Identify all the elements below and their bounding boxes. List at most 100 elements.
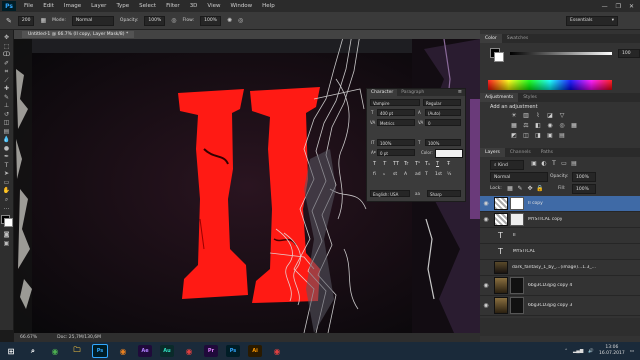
history-brush-tool-icon[interactable]: ↺ [2, 111, 12, 118]
underline-button[interactable]: T [436, 161, 439, 167]
menu-filter[interactable]: Filter [161, 3, 185, 9]
document-tab[interactable]: Untitled-1 @ 66.7% (II copy, Layer Mask/… [22, 31, 135, 38]
opacity-field[interactable]: 100% [144, 15, 166, 26]
lasso-tool-icon[interactable]: ↀ [2, 51, 12, 58]
curves-icon[interactable]: ⌇ [534, 112, 542, 119]
visibility-eye-icon[interactable]: ◉ [480, 200, 492, 207]
antialias-select[interactable]: Sharp [427, 190, 461, 197]
pen-tool-icon[interactable]: ✒ [2, 153, 12, 160]
layer-filter-select[interactable]: ⌕ Kind [490, 160, 524, 170]
visibility-eye-icon[interactable]: ◉ [480, 302, 492, 309]
app-icon[interactable]: ◉ [270, 345, 284, 357]
ligatures-button[interactable]: fi [373, 172, 376, 177]
premiere-icon[interactable]: Pr [204, 345, 218, 357]
eraser-tool-icon[interactable]: ◫ [2, 119, 12, 126]
selective-color-icon[interactable]: ▣ [546, 132, 554, 139]
search-icon[interactable]: ⌕ [26, 345, 40, 357]
brush-tool-icon[interactable]: ✎ [6, 17, 12, 25]
layer-mask-thumbnail[interactable] [510, 277, 524, 294]
tab-swatches[interactable]: Swatches [502, 34, 534, 43]
after-effects-icon[interactable]: Ae [138, 345, 152, 357]
chevron-up-icon[interactable]: ⌃ [564, 349, 568, 354]
volume-icon[interactable]: 🔊 [588, 349, 594, 354]
dodge-tool-icon[interactable]: ● [2, 145, 12, 152]
marquee-tool-icon[interactable]: ⬚ [2, 43, 12, 50]
filter-adjust-icon[interactable]: ◐ [540, 160, 548, 167]
blur-tool-icon[interactable]: 💧 [2, 136, 12, 143]
screen-mode-icon[interactable]: ▣ [2, 240, 12, 247]
photo-filter-icon[interactable]: ◉ [546, 122, 554, 129]
color-balance-icon[interactable]: ⚖ [522, 122, 530, 129]
type-tool-icon[interactable]: T [2, 162, 12, 169]
levels-icon[interactable]: ▥ [522, 112, 530, 119]
tab-channels[interactable]: Channels [505, 148, 536, 157]
opera-icon[interactable]: ◉ [182, 345, 196, 357]
channel-mixer-icon[interactable]: ◎ [558, 122, 566, 129]
gradient-map-icon[interactable]: ▤ [558, 132, 566, 139]
language-select[interactable]: English: USA [370, 190, 410, 197]
layer-row[interactable]: T II [480, 228, 640, 244]
titling-alternates-button[interactable]: T [425, 172, 428, 177]
font-size-field[interactable]: 400 pt [377, 109, 415, 116]
flow-field[interactable]: 100% [200, 15, 221, 26]
superscript-button[interactable]: T¹ [415, 161, 420, 167]
brightness-icon[interactable]: ☀ [510, 112, 518, 119]
visibility-eye-icon[interactable]: ◉ [480, 282, 492, 289]
color-lookup-icon[interactable]: ▦ [570, 122, 578, 129]
layer-opacity-field[interactable]: 100% [572, 172, 596, 182]
clone-stamp-tool-icon[interactable]: ⊥ [2, 102, 12, 109]
subscript-button[interactable]: T₁ [425, 161, 430, 167]
black-white-icon[interactable]: ◧ [534, 122, 542, 129]
healing-tool-icon[interactable]: ✚ [2, 85, 12, 92]
color-slider[interactable] [510, 52, 612, 55]
layer-mask-thumbnail[interactable] [510, 213, 524, 226]
menu-window[interactable]: Window [225, 3, 257, 9]
faux-italic-button[interactable]: T [383, 161, 386, 167]
menu-3d[interactable]: 3D [185, 3, 203, 9]
font-style-select[interactable]: Regular [423, 99, 461, 106]
fractions-button[interactable]: ½ [447, 172, 451, 177]
layer-fill-field[interactable]: 100% [572, 184, 596, 194]
shape-tool-icon[interactable]: ▭ [2, 179, 12, 186]
layer-row[interactable]: dark_fantasy_1_by_...(image)...1.3_... [480, 260, 640, 276]
layer-row[interactable]: T MYSTICAL [480, 244, 640, 260]
workspace-select[interactable]: Essentials ▾ [566, 15, 618, 26]
file-explorer-icon[interactable]: 🗀 [70, 345, 84, 357]
network-icon[interactable]: ▂▄▆ [573, 349, 583, 354]
small-caps-button[interactable]: Tr [404, 161, 408, 167]
tab-paragraph[interactable]: Paragraph [397, 89, 428, 96]
discretionary-ligatures-button[interactable]: st [393, 172, 397, 177]
close-button[interactable]: ✕ [629, 3, 634, 10]
brush-size-field[interactable]: 200 [17, 15, 35, 26]
swash-button[interactable]: A [404, 172, 407, 177]
text-color-swatch[interactable] [435, 149, 463, 158]
lock-position-icon[interactable]: ✥ [526, 185, 534, 192]
path-select-tool-icon[interactable]: ➤ [2, 170, 12, 177]
more-tools-icon[interactable]: … [2, 204, 12, 211]
gradient-tool-icon[interactable]: ▤ [2, 128, 12, 135]
audition-icon[interactable]: Au [160, 345, 174, 357]
menu-image[interactable]: Image [59, 3, 86, 9]
panel-menu-icon[interactable]: ≡ [458, 89, 465, 96]
posterize-icon[interactable]: ◫ [522, 132, 530, 139]
brush-tool-icon[interactable]: ✎ [2, 94, 12, 101]
filter-pixel-icon[interactable]: ▣ [530, 160, 538, 167]
menu-layer[interactable]: Layer [86, 3, 111, 9]
lock-transparency-icon[interactable]: ▦ [506, 185, 514, 192]
filter-type-icon[interactable]: T [550, 160, 558, 167]
pressure-size-icon[interactable]: ◎ [238, 17, 243, 24]
pressure-opacity-icon[interactable]: ◎ [171, 17, 176, 24]
chrome-icon[interactable]: ◉ [48, 345, 62, 357]
menu-edit[interactable]: Edit [38, 3, 59, 9]
faux-bold-button[interactable]: T [373, 161, 376, 167]
blend-mode-select[interactable]: Normal [490, 172, 548, 182]
minimize-button[interactable]: — [602, 3, 608, 10]
kerning-field[interactable]: Metrics [377, 119, 415, 126]
tab-color[interactable]: Color [480, 34, 502, 43]
tab-adjustments[interactable]: Adjustments [480, 93, 519, 102]
leading-field[interactable]: (Auto) [425, 109, 461, 116]
zoom-level[interactable]: 66.67% [20, 335, 37, 340]
photoshop-taskbar-icon[interactable]: Ps [92, 344, 108, 358]
color-value-field[interactable]: 100 [618, 49, 640, 58]
clock[interactable]: 13:06 16.07.2017 [599, 345, 625, 357]
